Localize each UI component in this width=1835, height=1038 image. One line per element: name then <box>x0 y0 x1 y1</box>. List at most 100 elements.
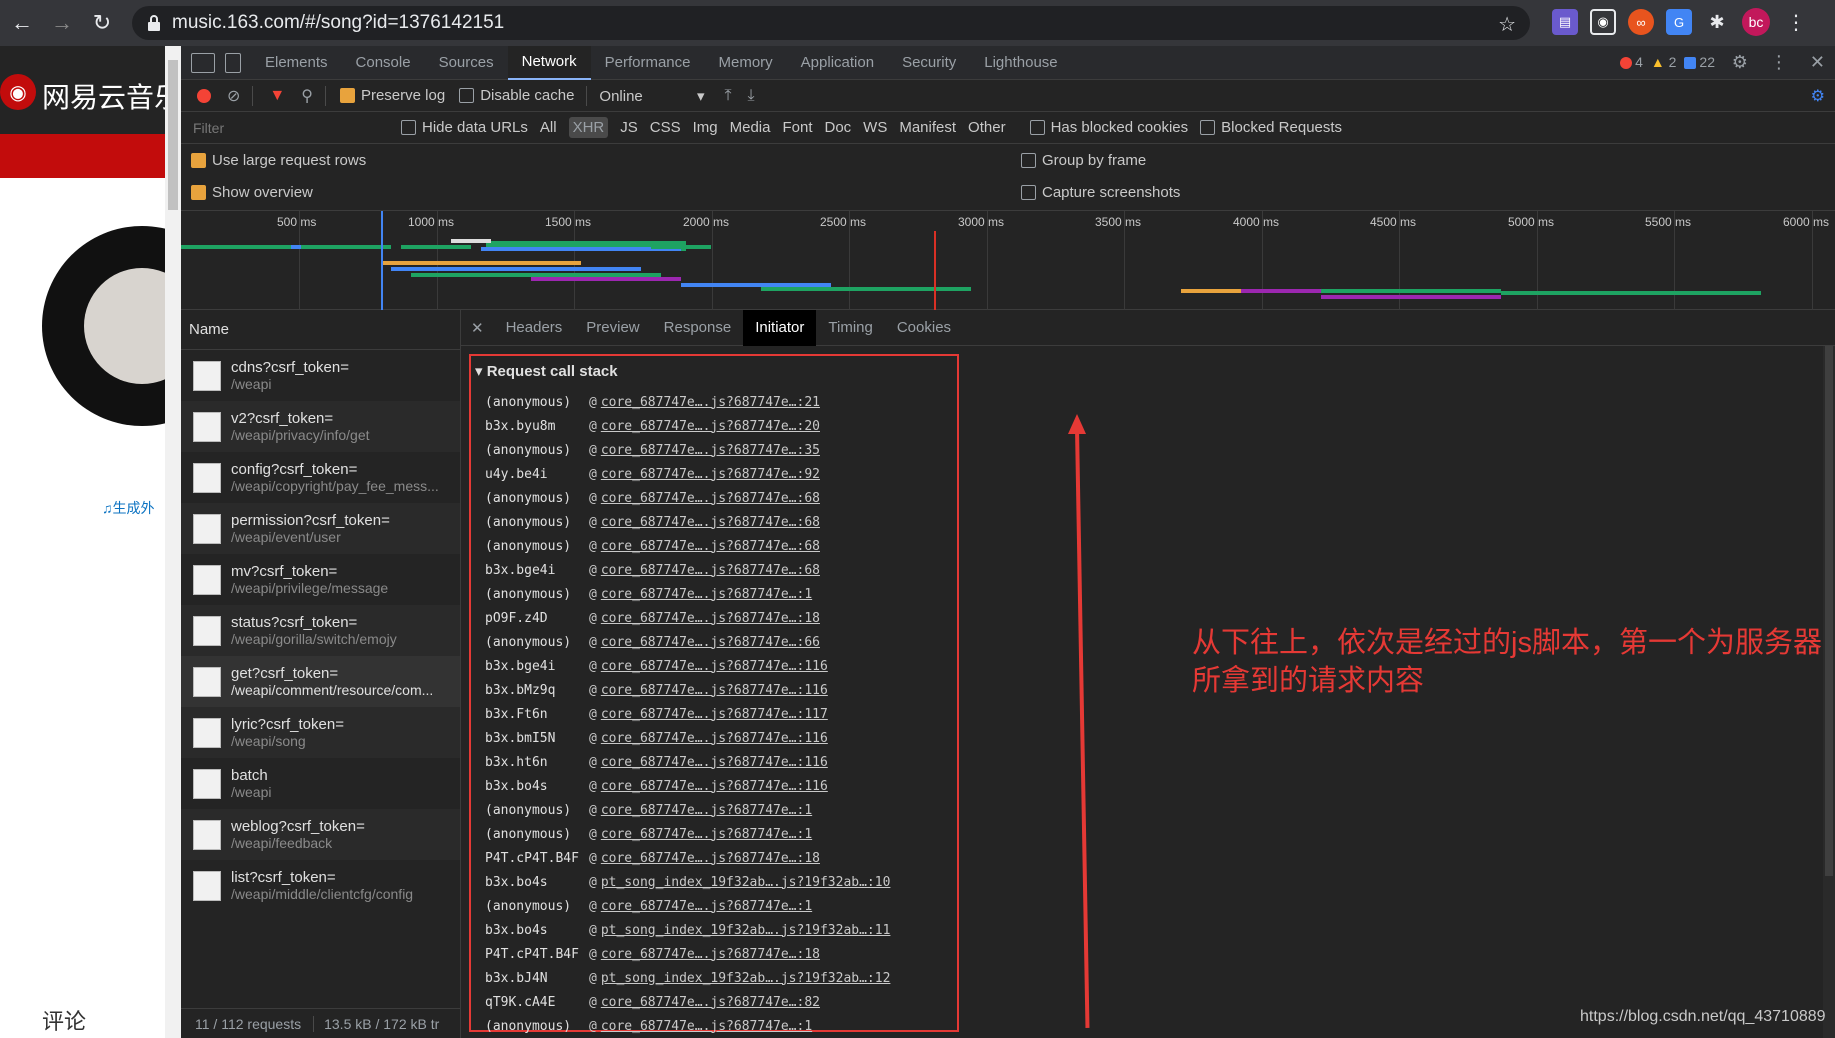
frame-source-link[interactable]: core_687747e….js?687747e…:116 <box>601 755 828 770</box>
hide-data-urls-checkbox[interactable]: Hide data URLs <box>401 119 528 136</box>
pdf-extension-icon[interactable]: ▤ <box>1552 9 1578 35</box>
tab-cookies[interactable]: Cookies <box>885 310 963 346</box>
filter-type-img[interactable]: Img <box>693 119 718 136</box>
tab-memory[interactable]: Memory <box>705 46 787 80</box>
tab-preview[interactable]: Preview <box>574 310 651 346</box>
filter-type-js[interactable]: JS <box>620 119 638 136</box>
frame-source-link[interactable]: pt_song_index_19f32ab….js?19f32ab…:10 <box>601 875 891 890</box>
filter-type-xhr[interactable]: XHR <box>568 117 609 138</box>
frame-source-link[interactable]: pt_song_index_19f32ab….js?19f32ab…:11 <box>601 923 891 938</box>
profile-avatar[interactable]: bc <box>1742 8 1770 36</box>
close-devtools-icon[interactable]: ✕ <box>1810 52 1825 73</box>
network-settings-icon[interactable]: ⚙ <box>1811 86 1825 106</box>
request-row[interactable]: mv?csrf_token=/weapi/privilege/message <box>181 554 460 605</box>
filter-type-css[interactable]: CSS <box>650 119 681 136</box>
filter-type-font[interactable]: Font <box>782 119 812 136</box>
frame-source-link[interactable]: core_687747e….js?687747e…:21 <box>601 395 820 410</box>
checkbox-checked[interactable] <box>339 88 355 103</box>
filter-type-other[interactable]: Other <box>968 119 1006 136</box>
frame-source-link[interactable]: core_687747e….js?687747e…:82 <box>601 995 820 1010</box>
frame-source-link[interactable]: core_687747e….js?687747e…:18 <box>601 947 820 962</box>
frame-source-link[interactable]: core_687747e….js?687747e…:1 <box>601 1019 812 1034</box>
tab-network[interactable]: Network <box>507 45 591 80</box>
frame-source-link[interactable]: core_687747e….js?687747e…:92 <box>601 467 820 482</box>
glasses-extension-icon[interactable]: ◉ <box>1590 9 1616 35</box>
record-icon[interactable] <box>197 88 211 103</box>
checkbox-checked[interactable] <box>191 184 206 200</box>
tab-console[interactable]: Console <box>342 46 425 80</box>
frame-source-link[interactable]: core_687747e….js?687747e…:116 <box>601 683 828 698</box>
frame-source-link[interactable]: core_687747e….js?687747e…:68 <box>601 515 820 530</box>
blocked-requests-checkbox[interactable]: Blocked Requests <box>1200 119 1342 136</box>
request-row[interactable]: lyric?csrf_token=/weapi/song <box>181 707 460 758</box>
tab-headers[interactable]: Headers <box>494 310 575 346</box>
throttling-select[interactable]: Online ▾ <box>599 87 704 105</box>
disable-cache-checkbox[interactable]: Disable cache <box>459 87 574 104</box>
tab-timing[interactable]: Timing <box>816 310 884 346</box>
preserve-log-checkbox[interactable]: Preserve log <box>339 87 445 104</box>
search-icon[interactable]: ⚲ <box>301 86 313 106</box>
name-column-header[interactable]: Name <box>181 310 460 350</box>
request-row[interactable]: v2?csrf_token=/weapi/privacy/info/get <box>181 401 460 452</box>
capture-screenshots-checkbox[interactable]: Capture screenshots <box>1021 184 1180 201</box>
frame-source-link[interactable]: core_687747e….js?687747e…:68 <box>601 539 820 554</box>
tab-initiator[interactable]: Initiator <box>743 309 817 346</box>
tab-security[interactable]: Security <box>888 46 970 80</box>
frame-source-link[interactable]: core_687747e….js?687747e…:18 <box>601 611 820 626</box>
checkbox-checked[interactable] <box>191 152 206 168</box>
checkbox-unchecked[interactable] <box>459 88 475 103</box>
has-blocked-cookies-checkbox[interactable]: Has blocked cookies <box>1029 119 1188 136</box>
inspect-element-icon[interactable] <box>191 52 215 73</box>
address-bar[interactable]: music.163.com/#/song?id=1376142151 ☆ <box>132 6 1530 40</box>
filter-type-ws[interactable]: WS <box>863 119 887 136</box>
tab-elements[interactable]: Elements <box>251 46 342 80</box>
frame-source-link[interactable]: core_687747e….js?687747e…:116 <box>601 659 828 674</box>
large-rows-checkbox[interactable]: Use large request rows <box>191 152 366 169</box>
devtools-menu-icon[interactable]: ⋮ <box>1770 52 1788 73</box>
frame-source-link[interactable]: core_687747e….js?687747e…:116 <box>601 779 828 794</box>
frame-source-link[interactable]: core_687747e….js?687747e…:1 <box>601 899 812 914</box>
frame-source-link[interactable]: core_687747e….js?687747e…:68 <box>601 491 820 506</box>
frame-source-link[interactable]: pt_song_index_19f32ab….js?19f32ab…:12 <box>601 971 891 986</box>
detail-scrollbar-thumb[interactable] <box>1825 346 1833 876</box>
clear-icon[interactable]: ⊘ <box>227 86 240 106</box>
request-row[interactable]: config?csrf_token=/weapi/copyright/pay_f… <box>181 452 460 503</box>
generate-link[interactable]: ♫生成外 <box>102 498 155 518</box>
puzzle-extensions-icon[interactable]: ✱ <box>1704 9 1730 35</box>
translate-extension-icon[interactable]: G <box>1666 9 1692 35</box>
filter-type-manifest[interactable]: Manifest <box>899 119 956 136</box>
frame-source-link[interactable]: core_687747e….js?687747e…:1 <box>601 803 812 818</box>
bookmark-star-icon[interactable]: ☆ <box>1498 12 1516 37</box>
reload-icon[interactable]: ↻ <box>84 5 120 41</box>
tab-sources[interactable]: Sources <box>425 46 508 80</box>
request-row[interactable]: status?csrf_token=/weapi/gorilla/switch/… <box>181 605 460 656</box>
import-har-icon[interactable]: ⤒ <box>724 87 731 105</box>
tab-performance[interactable]: Performance <box>591 46 705 80</box>
checkbox-unchecked[interactable] <box>1021 152 1036 168</box>
browser-menu-icon[interactable]: ⋮ <box>1786 10 1806 35</box>
filter-icon[interactable]: ▼ <box>269 87 285 105</box>
device-toolbar-icon[interactable] <box>225 52 241 73</box>
request-row[interactable]: batch/weapi <box>181 758 460 809</box>
request-row[interactable]: permission?csrf_token=/weapi/event/user <box>181 503 460 554</box>
detail-scrollbar[interactable] <box>1823 346 1835 1038</box>
page-scrollbar[interactable] <box>165 46 181 1038</box>
frame-source-link[interactable]: core_687747e….js?687747e…:117 <box>601 707 828 722</box>
call-stack-toggle[interactable]: ▾ Request call stack <box>475 362 618 380</box>
frame-source-link[interactable]: core_687747e….js?687747e…:66 <box>601 635 820 650</box>
filter-type-media[interactable]: Media <box>730 119 771 136</box>
filter-type-doc[interactable]: Doc <box>824 119 851 136</box>
frame-source-link[interactable]: core_687747e….js?687747e…:1 <box>601 827 812 842</box>
frame-source-link[interactable]: core_687747e….js?687747e…:116 <box>601 731 828 746</box>
checkbox-unchecked[interactable] <box>1200 120 1216 135</box>
frame-source-link[interactable]: core_687747e….js?687747e…:1 <box>601 587 812 602</box>
tab-application[interactable]: Application <box>787 46 888 80</box>
back-icon[interactable]: ← <box>4 5 40 41</box>
close-detail-icon[interactable]: ✕ <box>461 319 494 337</box>
infinity-extension-icon[interactable]: ∞ <box>1628 9 1654 35</box>
request-row-selected[interactable]: get?csrf_token=/weapi/comment/resource/c… <box>181 656 460 707</box>
settings-gear-icon[interactable]: ⚙ <box>1732 52 1748 73</box>
filter-type-all[interactable]: All <box>540 119 557 136</box>
checkbox-unchecked[interactable] <box>1021 184 1036 200</box>
issue-badges[interactable]: 4 ▲ 2 22 <box>1620 54 1715 70</box>
